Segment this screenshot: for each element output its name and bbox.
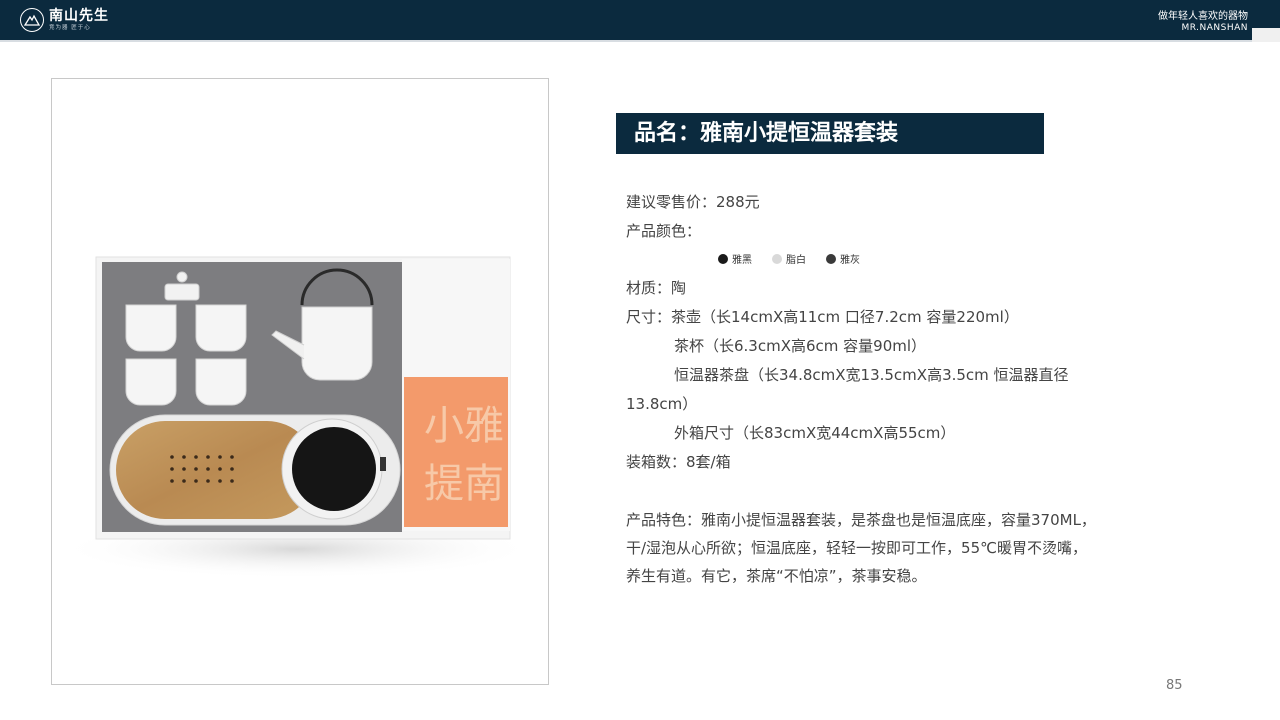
warmer-button — [380, 457, 386, 471]
slogan-cn: 做年轻人喜欢的器物 — [1158, 11, 1248, 22]
mountain-icon — [20, 8, 44, 32]
slogan: 做年轻人喜欢的器物 MR.NANSHAN — [1158, 11, 1248, 33]
teapot-lid — [164, 283, 200, 301]
color-label: 产品颜色： — [626, 222, 702, 240]
product-illustration: 小 雅 提 南 — [57, 256, 537, 579]
packing-qty: 装箱数：8套/箱 — [626, 453, 731, 471]
header-divider — [0, 40, 1280, 42]
swatch-white: 脂白 — [772, 251, 806, 266]
box-char-4: 南 — [464, 461, 504, 507]
swatch-label: 雅灰 — [840, 255, 860, 266]
retail-price: 建议零售价：288元 — [626, 193, 760, 211]
material: 材质：陶 — [626, 279, 687, 297]
brand-name: 南山先生 — [49, 7, 109, 24]
brand-tagline: 竞为器 匠于心 — [49, 24, 91, 31]
slogan-en: MR.NANSHAN — [1181, 23, 1248, 33]
size-box: 外箱尺寸（长83cmX宽44cmX高55cm） — [674, 424, 956, 442]
swatch-black: 雅黑 — [718, 251, 752, 266]
size-cup: 茶杯（长6.3cmX高6cm 容量90ml） — [674, 337, 927, 355]
swatch-label: 脂白 — [786, 255, 806, 266]
product-title: 品名：雅南小提恒温器套装 — [634, 121, 899, 146]
color-dot — [826, 253, 836, 264]
feature-line-3: 养生有道。有它，茶席“不怕凉”，茶事安稳。 — [626, 567, 927, 585]
box-char-3: 提 — [424, 461, 464, 507]
lid-knob — [176, 271, 188, 283]
page-number: 85 — [1166, 678, 1183, 693]
swatch-label: 雅黑 — [732, 255, 752, 266]
warmer-plate — [292, 427, 376, 511]
size-tray: 恒温器茶盘（长34.8cmX宽13.5cmX高3.5cm 恒温器直径 — [674, 366, 1069, 384]
color-dot — [718, 253, 728, 264]
top-bar: 南山先生 竞为器 匠于心 做年轻人喜欢的器物 MR.NANSHAN — [0, 0, 1280, 40]
size-tray-cont: 13.8cm） — [626, 395, 698, 413]
brand-logo: 南山先生 竞为器 匠于心 — [20, 8, 109, 32]
color-swatches: 雅黑 脂白 雅灰 — [718, 251, 880, 266]
color-dot — [772, 253, 782, 264]
product-photo: 小 雅 提 南 — [51, 78, 549, 685]
swatch-gray: 雅灰 — [826, 251, 860, 266]
feature-line-2: 干/湿泡从心所欲；恒温底座，轻轻一按即可工作，55℃暖胃不烫嘴， — [626, 539, 1087, 557]
product-title-bar: 品名：雅南小提恒温器套装 — [616, 113, 1044, 154]
size-teapot: 尺寸：茶壶（长14cmX高11cm 口径7.2cm 容量220ml） — [626, 308, 1019, 326]
feature-line-1: 产品特色：雅南小提恒温器套装，是茶盘也是恒温底座，容量370ML， — [626, 511, 1096, 529]
corner-accent — [1252, 28, 1280, 42]
box-char-2: 雅 — [464, 403, 504, 449]
box-char-1: 小 — [424, 403, 464, 449]
